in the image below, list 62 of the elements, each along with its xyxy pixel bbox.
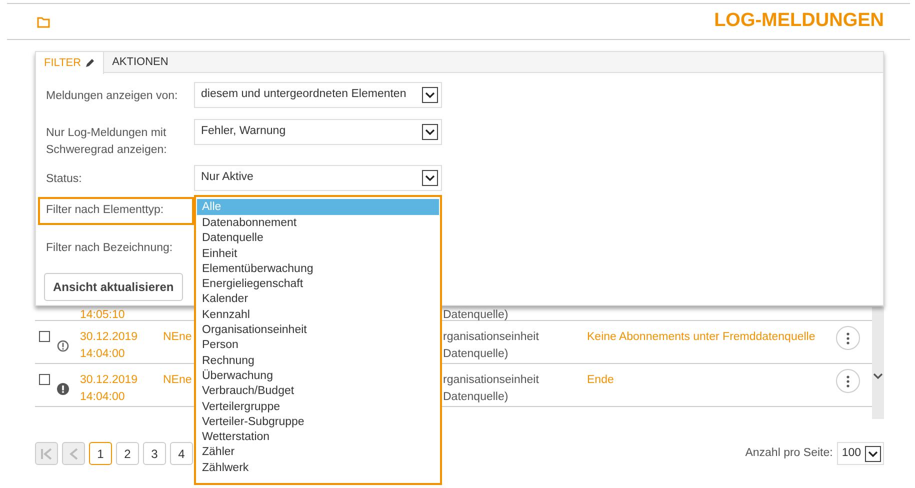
dropdown-option[interactable]: Person xyxy=(197,338,439,354)
more-button[interactable] xyxy=(836,369,860,393)
dropdown-option[interactable]: Zähler xyxy=(197,445,439,461)
scrollbar[interactable] xyxy=(872,307,884,419)
dropdown-option[interactable]: Rechnung xyxy=(197,354,439,369)
tab[interactable]: AKTIONEN xyxy=(104,52,176,73)
time-text: 14:04:00 xyxy=(80,347,126,362)
page-button[interactable]: 4 xyxy=(170,442,193,465)
time-text: 14:04:00 xyxy=(80,390,126,405)
dropdown-option[interactable]: Datenabonnement xyxy=(197,216,439,232)
more-button[interactable] xyxy=(836,326,860,350)
caret-icon xyxy=(422,170,438,186)
refresh-button[interactable]: Ansicht aktualisieren xyxy=(44,273,183,301)
caret-icon xyxy=(422,87,438,103)
field-label: Nur Log-Meldungen mit Schweregrad anzeigen: xyxy=(45,126,168,158)
caret-icon xyxy=(865,446,881,462)
page-button[interactable]: 1 xyxy=(89,442,112,465)
element-type-text: Datenquelle) xyxy=(443,347,510,362)
element-type-text: rganisationseinheit xyxy=(443,330,539,345)
field-label: Filter nach Elementtyp: xyxy=(38,197,194,225)
warning-icon xyxy=(57,340,69,352)
more-icon xyxy=(846,332,850,344)
error-icon xyxy=(57,383,69,395)
field-label: Filter nach Bezeichnung: xyxy=(45,241,174,256)
element-type-text: Datenquelle) xyxy=(443,390,510,405)
per-page-select[interactable]: 100 xyxy=(836,442,884,465)
more-icon xyxy=(846,374,850,388)
dropdown-option[interactable]: Einheit xyxy=(197,246,439,262)
dropdown-option[interactable]: Kennzahl xyxy=(197,308,439,324)
dropdown-option[interactable]: Überwachung xyxy=(197,368,439,384)
date-text: 30.12.2019 xyxy=(80,373,138,388)
page-button[interactable]: 2 xyxy=(116,442,139,465)
element-type-text: rganisationseinheit xyxy=(443,373,539,388)
page-title: LOG-MELDUNGEN xyxy=(714,9,884,34)
caret-icon xyxy=(422,124,438,140)
dropdown-option[interactable]: Verteiler-Subgruppe xyxy=(197,414,439,430)
previous-icon xyxy=(68,447,80,462)
dropdown-option[interactable]: Organisationseinheit xyxy=(197,323,439,338)
dropdown-option[interactable]: Zählwerk xyxy=(197,460,439,476)
field-label: Meldungen anzeigen von: xyxy=(45,89,179,104)
select-field[interactable]: Nur Aktive xyxy=(194,165,442,191)
page-button[interactable]: 3 xyxy=(143,442,166,465)
per-page-label: Anzahl pro Seite: xyxy=(745,446,833,461)
chevron-down-icon[interactable] xyxy=(873,373,883,380)
dropdown-option[interactable]: Verbrauch/Budget xyxy=(197,384,439,400)
dropdown-option[interactable]: Verteilergruppe xyxy=(197,400,439,415)
dropdown-option[interactable]: Energieliegenschaft xyxy=(197,277,439,292)
time-text: 14:05:10 xyxy=(80,308,125,323)
first-page-icon xyxy=(40,447,53,462)
element-type-text: Datenquelle) xyxy=(443,308,508,323)
dropdown-option[interactable]: Elementüberwachung xyxy=(197,262,439,278)
select-field[interactable]: diesem und untergeordneten Elementen xyxy=(194,82,442,108)
dropdown-option[interactable]: Kalender xyxy=(197,292,439,308)
folder-icon xyxy=(37,16,50,28)
pencil-icon xyxy=(85,58,96,68)
date-text: 30.12.2019 xyxy=(80,330,138,345)
row-checkbox[interactable] xyxy=(39,331,50,342)
dropdown-option[interactable]: Datenquelle xyxy=(197,231,439,247)
select-field[interactable]: Fehler, Warnung xyxy=(194,119,442,145)
field-label: Status: xyxy=(45,172,83,187)
dropdown-option[interactable]: Wetterstation xyxy=(197,430,439,446)
row-checkbox[interactable] xyxy=(39,374,50,385)
